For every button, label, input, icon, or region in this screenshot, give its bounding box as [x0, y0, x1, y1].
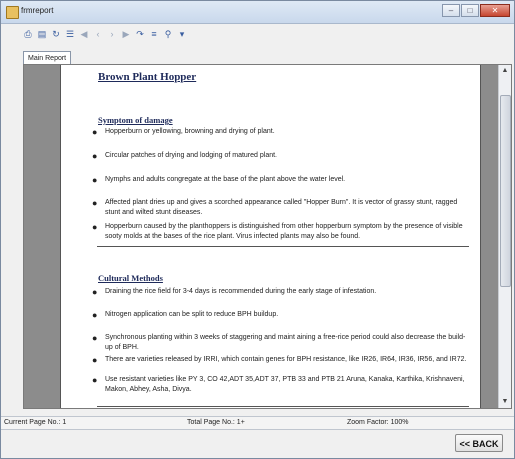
print-icon[interactable]: ⎙ — [23, 29, 33, 39]
page-setup-icon[interactable]: ▤ — [37, 29, 47, 39]
search-icon[interactable]: ⚲ — [163, 29, 173, 39]
list-item: ● Draining the rice field for 3-4 days is… — [92, 287, 377, 297]
report-title: Brown Plant Hopper — [98, 71, 197, 83]
prev-page-icon[interactable]: ‹ — [93, 29, 103, 39]
zoom-icon[interactable]: ▾ — [177, 29, 187, 39]
list-item: ● Affected plant dries up and gives a sco… — [92, 198, 458, 216]
last-page-icon[interactable]: ▶ — [121, 29, 131, 39]
current-page-status: Current Page No.: 1 — [4, 419, 67, 426]
list-item: ● Circular patches of drying and lodging … — [92, 151, 277, 161]
section-heading-symptom: Symptom of damage — [98, 115, 173, 125]
report-toolbar: ⎙ ▤ ↻ ☰ ◀ ‹ › ▶ ↷ ≡ ⚲ ▾ — [23, 29, 187, 39]
refresh-icon[interactable]: ↻ — [51, 29, 61, 39]
export-icon[interactable]: ≡ — [149, 29, 159, 39]
list-item: ● Synchronous planting within 3 weeks of … — [92, 333, 466, 351]
minimize-icon[interactable]: – — [442, 4, 460, 17]
list-item: ● Hopperburn or yellowing, browning and d… — [92, 127, 275, 137]
list-item: ● Nitrogen application can be split to re… — [92, 310, 279, 320]
close-icon[interactable]: ✕ — [480, 4, 510, 17]
scroll-thumb[interactable] — [500, 95, 511, 287]
status-bar: Current Page No.: 1 Total Page No.: 1+ Z… — [1, 416, 514, 430]
back-button[interactable]: << BACK — [455, 434, 503, 452]
window-controls: – □ ✕ — [442, 4, 510, 17]
title-bar: frmreport – □ ✕ — [1, 1, 514, 24]
list-item: ● Hopperburn caused by the planthoppers i… — [92, 222, 463, 240]
tree-toggle-icon[interactable]: ☰ — [65, 29, 75, 39]
zoom-status: Zoom Factor: 100% — [347, 419, 409, 426]
section-divider — [97, 246, 469, 247]
first-page-icon[interactable]: ◀ — [79, 29, 89, 39]
window-title: frmreport — [21, 6, 54, 15]
scroll-down-icon[interactable]: ▼ — [499, 396, 511, 408]
total-page-status: Total Page No.: 1+ — [187, 419, 245, 426]
list-item: ● Use resistant varieties like PY 3, CO 4… — [92, 375, 465, 393]
scroll-up-icon[interactable]: ▲ — [499, 65, 511, 77]
next-page-icon[interactable]: › — [107, 29, 117, 39]
report-window: frmreport – □ ✕ ⎙ ▤ ↻ ☰ ◀ ‹ › ▶ ↷ ≡ ⚲ ▾ … — [0, 0, 515, 459]
vertical-scrollbar[interactable]: ▲ ▼ — [498, 65, 511, 408]
section-divider — [97, 406, 469, 407]
list-item: ● Nymphs and adults congregate at the bas… — [92, 175, 346, 185]
goto-page-icon[interactable]: ↷ — [135, 29, 145, 39]
section-heading-cultural: Cultural Methods — [98, 273, 163, 283]
report-viewer: Brown Plant Hopper Symptom of damage ● Ho… — [23, 64, 512, 409]
list-item: ● There are varieties released by IRRI, w… — [92, 355, 467, 365]
tab-main-report[interactable]: Main Report — [23, 51, 72, 65]
app-icon — [6, 6, 19, 19]
maximize-icon[interactable]: □ — [461, 4, 479, 17]
report-page: Brown Plant Hopper Symptom of damage ● Ho… — [60, 65, 481, 408]
